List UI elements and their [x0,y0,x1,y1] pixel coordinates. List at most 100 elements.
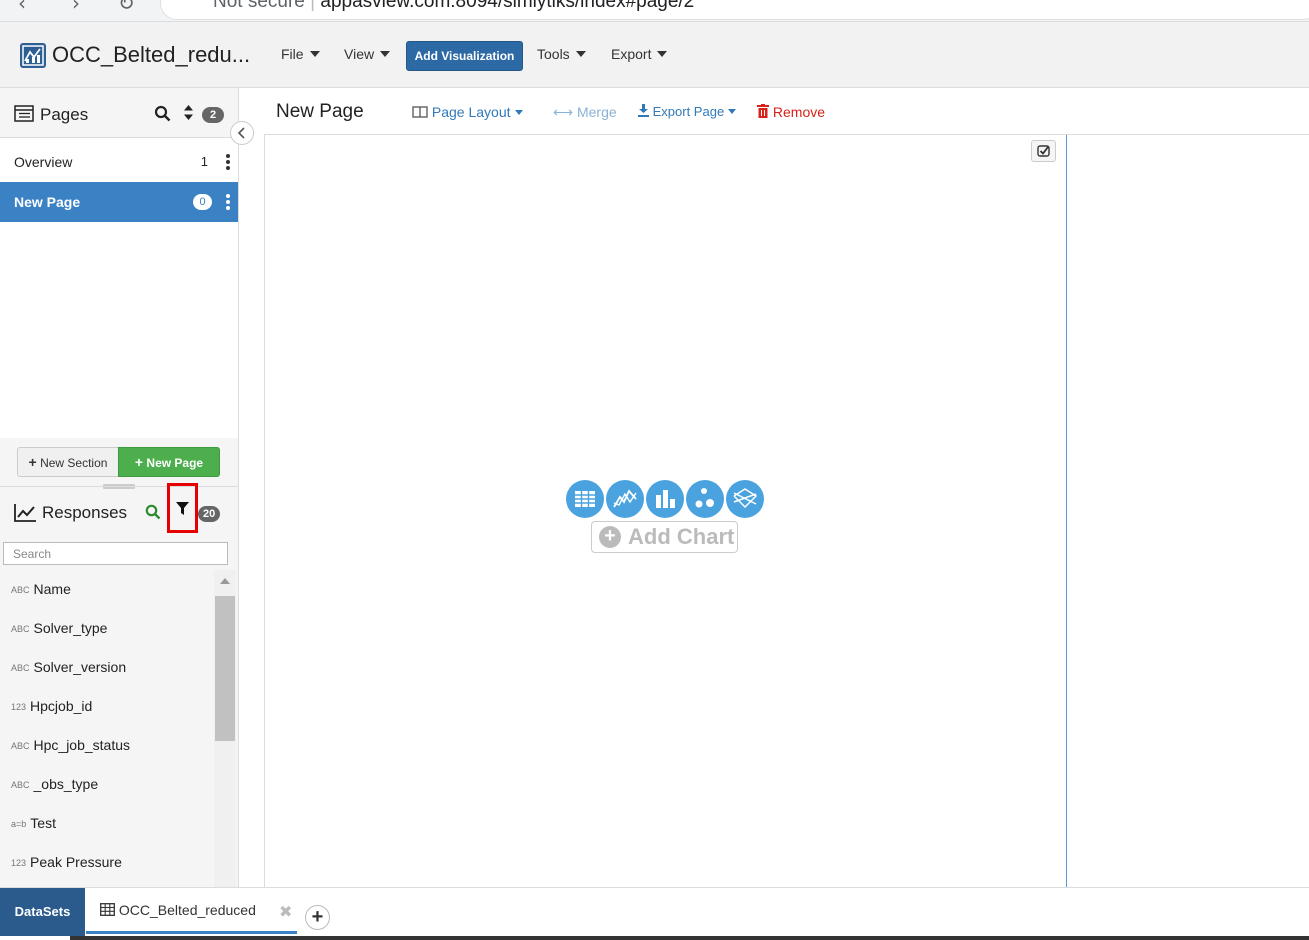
more-vertical-icon[interactable] [226,194,230,210]
data-type-label: 123 [11,858,27,868]
list-item-label: Hpc_job_status [33,737,131,753]
page-canvas[interactable]: + Add Chart [264,134,1309,888]
filter-icon[interactable] [176,502,189,516]
layout-icon [412,106,428,118]
forward-icon[interactable]: › [72,0,80,15]
data-type-label: a=b [11,819,27,829]
table-icon [100,903,115,916]
add-chart-button[interactable]: + Add Chart [591,521,738,553]
responses-count-badge: 20 [198,506,221,522]
add-dataset-button[interactable]: + [305,905,330,930]
caret-down-icon [657,51,668,57]
page-item-count: 1 [200,154,208,169]
list-item[interactable]: 123 Hpcjob_id [0,687,213,726]
list-item[interactable]: a=b Test [0,804,213,843]
pages-header: Pages 2 [0,88,238,138]
table-chart-icon[interactable] [566,480,604,518]
app-logo-icon [20,43,46,68]
chevron-left-icon [237,127,245,139]
datasets-tab[interactable]: DataSets [0,888,85,936]
plus-icon: + [28,454,37,470]
scroll-thumb[interactable] [215,596,235,741]
scatter-chart-icon[interactable] [686,480,724,518]
line-chart-icon [14,504,36,522]
back-icon[interactable]: ‹ [18,0,26,15]
checkbox-icon [1037,145,1050,157]
line-chart-icon[interactable] [606,480,644,518]
list-item[interactable]: ABC _obs_type [0,765,213,804]
left-panel: Pages 2 Overview 1 New Page 0 + New Sect… [0,88,239,887]
pages-title: Pages [40,105,89,124]
parallel-chart-icon[interactable] [726,480,764,518]
export-page-button[interactable]: Export Page [638,104,737,119]
export-menu[interactable]: Export [611,46,668,62]
browser-toolbar: ‹ › ↻ Not secure | appasview.com:8094/si… [0,0,1309,22]
caret-down-icon [728,109,737,114]
list-item[interactable]: 123 Peak Pressure [0,843,213,882]
url-text: appasview.com:8094/simlytiks/index#page/… [320,0,695,12]
responses-list: ABC Name ABC Solver_type ABC Solver_version 12… [0,570,213,887]
page-item-overview[interactable]: Overview 1 [0,142,238,182]
merge-arrows-icon: ⟷ [553,104,574,120]
list-item-label: Name [33,581,71,597]
select-checkbox-button[interactable] [1031,140,1056,162]
page-item-label: New Page [14,194,81,210]
canvas-column-divider [1066,135,1067,888]
tools-menu[interactable]: Tools [537,46,586,62]
more-vertical-icon[interactable] [226,154,230,170]
merge-button[interactable]: ⟷ Merge [553,104,617,121]
close-icon[interactable]: ✖ [279,902,292,922]
reload-icon[interactable]: ↻ [118,0,135,15]
data-type-label: ABC [11,663,30,673]
list-item[interactable]: ABC Solver_version [0,648,213,687]
responses-title: Responses [42,503,128,522]
file-menu[interactable]: File [281,46,320,62]
security-status: Not secure [213,0,305,12]
remove-button[interactable]: Remove [757,104,825,120]
page-item-count: 0 [193,194,212,210]
data-type-label: ABC [11,624,30,634]
list-item-label: Hpcjob_id [30,698,93,714]
list-item[interactable]: ABC Hpc_job_status [0,726,213,765]
list-item[interactable]: ABC Solver_type [0,609,213,648]
scroll-up-icon[interactable] [220,578,230,584]
dataset-tab-label: OCC_Belted_reduced [118,902,256,918]
page-layout-button[interactable]: Page Layout [412,104,523,120]
page-toolbar: New Page Page Layout ⟷ Merge Export Page… [240,88,1309,134]
plus-icon: + [134,454,144,470]
dataset-tab-occ-belted-reduced[interactable]: OCC_Belted_reduced [86,888,297,934]
address-bar[interactable]: Not secure | appasview.com:8094/simlytik… [160,0,1309,20]
add-visualization-button[interactable]: Add Visualization [406,41,523,71]
datasets-bar: DataSets OCC_Belted_reduced ✖ + [0,887,1309,940]
new-page-button[interactable]: + New Page [118,447,220,477]
responses-search-input[interactable] [3,542,228,565]
list-item-label: Test [30,815,56,831]
caret-down-icon [575,51,586,57]
filter-button-highlight[interactable] [167,483,198,533]
add-chart-label: Add Chart [628,524,735,549]
list-item-label: Solver_type [33,620,108,636]
bar-chart-icon[interactable] [646,480,684,518]
window-bottom-edge [70,936,1309,940]
list-item-label: Peak Pressure [30,854,122,870]
list-icon [14,105,34,122]
plus-circle-icon: + [599,526,621,548]
list-item[interactable]: ABC Name [0,570,213,609]
page-item-new-page[interactable]: New Page 0 [0,182,238,222]
pages-list: Overview 1 New Page 0 [0,138,238,438]
page-title: New Page [276,101,364,122]
data-type-label: ABC [11,741,30,751]
new-section-button[interactable]: + New Section [17,447,119,477]
search-icon[interactable] [154,105,171,122]
search-icon[interactable] [145,504,161,520]
trash-icon [757,104,769,118]
data-type-label: ABC [11,585,30,595]
app-title: OCC_Belted_redu... [52,42,251,67]
sort-icon[interactable] [183,104,194,121]
responses-scrollbar[interactable] [214,570,236,887]
view-menu[interactable]: View [344,46,391,62]
caret-down-icon [514,110,523,115]
pages-count-badge: 2 [202,107,224,123]
page-item-label: Overview [14,154,73,170]
collapse-panel-button[interactable] [230,121,254,145]
